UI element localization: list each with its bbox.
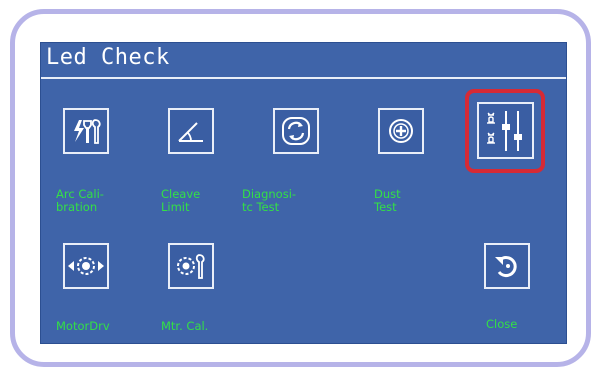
refresh-icon xyxy=(282,117,310,145)
close-button[interactable] xyxy=(484,243,530,289)
dust-test-label: Dust Test xyxy=(374,187,401,214)
motor-calibration-button[interactable] xyxy=(168,243,214,289)
magnifier-plus-icon xyxy=(389,119,413,143)
cleave-limit-label: Cleave Limit xyxy=(161,187,201,214)
arc-calibration-icon xyxy=(74,119,101,144)
motor-calibration-label: Mtr. Cal. xyxy=(161,319,209,333)
cleave-limit-button[interactable] xyxy=(168,108,214,154)
motor-gear-arrows-icon xyxy=(68,257,104,275)
close-label: Close xyxy=(486,317,518,331)
gear-wrench-icon xyxy=(177,254,205,279)
diagnostic-test-label: Diagnosi- tc Test xyxy=(242,187,297,214)
led-sliders-icon xyxy=(486,110,522,151)
arc-calibration-label: Arc Cali- bration xyxy=(56,187,104,214)
motor-drive-button[interactable] xyxy=(63,243,109,289)
undo-icon xyxy=(495,256,517,277)
cleave-angle-icon xyxy=(178,122,203,142)
device-screen: Led Check Arc Cali- bration Cleave Limit… xyxy=(40,42,567,344)
led-check-button[interactable] xyxy=(477,102,534,159)
dust-test-button[interactable] xyxy=(378,108,424,154)
diagnostic-test-button[interactable] xyxy=(273,108,319,154)
screen-title: Led Check xyxy=(46,45,170,70)
title-bar: Led Check xyxy=(41,43,566,79)
motor-drive-label: MotorDrv xyxy=(56,319,110,333)
arc-calibration-button[interactable] xyxy=(63,108,109,154)
